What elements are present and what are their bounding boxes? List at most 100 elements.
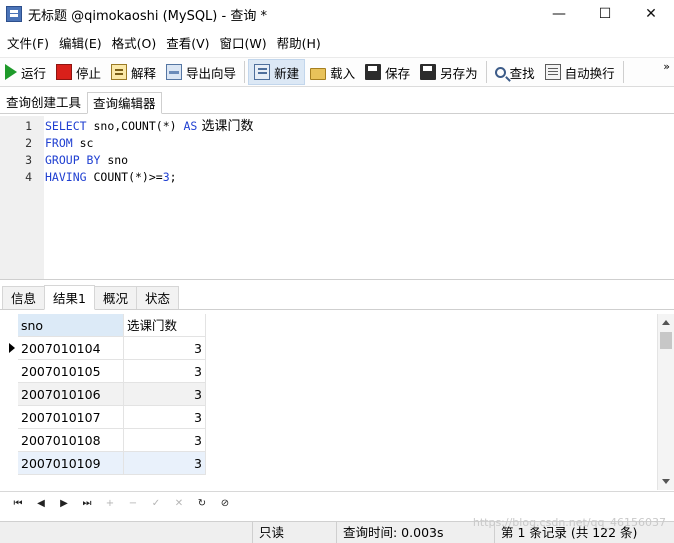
export-label: 导出向导	[186, 65, 237, 81]
sql-text: COUNT(*)>=	[86, 170, 163, 184]
menu-file[interactable]: 文件(F)	[2, 33, 54, 52]
maximize-button[interactable]: ☐	[582, 0, 628, 28]
menu-window[interactable]: 窗口(W)	[215, 33, 272, 52]
stop-icon	[56, 64, 73, 80]
table-cell[interactable]: 2007010105	[18, 360, 124, 383]
code-text: GROUP BY sno	[45, 152, 128, 169]
sql-alias: 选课门数	[197, 119, 254, 134]
sql-editor[interactable]: 1 SELECT sno,COUNT(*) AS 选课门数 2 FROM sc …	[0, 116, 674, 280]
previous-record-icon[interactable]: ◀	[31, 494, 51, 514]
status-query-time: 查询时间: 0.003s	[336, 521, 494, 543]
explain-icon	[111, 64, 128, 80]
save-as-label: 另存为	[440, 65, 478, 81]
tab-result-1[interactable]: 结果1	[44, 285, 95, 310]
save-as-icon	[420, 64, 437, 80]
first-record-icon[interactable]: ⏮	[8, 494, 28, 514]
table-cell[interactable]: 3	[124, 383, 206, 406]
menu-edit[interactable]: 编辑(E)	[54, 33, 107, 52]
sql-keyword: SELECT	[45, 119, 87, 133]
table-cell[interactable]: 2007010109	[18, 452, 124, 475]
table-cell[interactable]: 2007010106	[18, 383, 124, 406]
editor-tab-bar: 查询创建工具 查询编辑器	[0, 90, 674, 114]
status-readonly: 只读	[252, 521, 336, 543]
save-label: 保存	[385, 65, 411, 81]
word-wrap-icon	[544, 64, 561, 80]
sql-text: sc	[72, 136, 94, 150]
table-cell[interactable]: 3	[124, 337, 206, 360]
tab-status[interactable]: 状态	[135, 286, 179, 309]
new-button[interactable]: 新建	[248, 59, 306, 85]
line-number: 1	[25, 119, 32, 133]
menu-format[interactable]: 格式(O)	[107, 33, 162, 52]
export-wizard-button[interactable]: 导出向导	[161, 59, 241, 85]
tab-info[interactable]: 信息	[2, 286, 46, 309]
toolbar-divider	[485, 61, 487, 83]
table-cell[interactable]: 2007010108	[18, 429, 124, 452]
sql-text: sno,COUNT(*)	[86, 119, 184, 133]
result-tab-bar: 信息 结果1 概况 状态	[0, 284, 674, 310]
word-wrap-label: 自动换行	[564, 65, 615, 81]
code-line: 3 GROUP BY sno	[0, 152, 674, 169]
menu-view[interactable]: 查看(V)	[161, 33, 214, 52]
code-line: 2 FROM sc	[0, 135, 674, 152]
explain-button[interactable]: 解释	[106, 59, 161, 85]
line-number: 2	[25, 136, 32, 150]
close-button[interactable]: ✕	[628, 0, 674, 28]
tab-query-builder[interactable]: 查询创建工具	[0, 91, 87, 113]
sql-keyword: AS	[183, 119, 198, 133]
table-cell[interactable]: 3	[124, 406, 206, 429]
watermark-text: https://blog.csdn.net/qq_46156037	[472, 516, 666, 529]
run-label: 运行	[21, 65, 47, 81]
find-label: 查找	[509, 65, 535, 81]
folder-icon	[310, 67, 327, 80]
toolbar-overflow-icon[interactable]: »	[663, 61, 670, 72]
stop-button[interactable]: 停止	[51, 59, 106, 85]
play-icon	[5, 64, 17, 80]
apply-changes-icon[interactable]: ✓	[146, 494, 166, 514]
refresh-icon[interactable]: ↻	[192, 494, 212, 514]
export-icon	[166, 64, 183, 80]
table-cell[interactable]: 2007010104	[18, 337, 124, 360]
sql-keyword: HAVING	[45, 170, 87, 184]
save-as-button[interactable]: 另存为	[415, 59, 483, 85]
new-label: 新建	[274, 65, 300, 81]
add-record-icon[interactable]: +	[100, 494, 120, 514]
column-header-course-count[interactable]: 选课门数	[124, 314, 206, 337]
table-cell[interactable]: 3	[124, 429, 206, 452]
app-icon	[6, 6, 22, 22]
delete-record-icon[interactable]: −	[123, 494, 143, 514]
cancel-changes-icon[interactable]: ✕	[169, 494, 189, 514]
line-number: 4	[25, 170, 32, 184]
sql-keyword: FROM	[45, 136, 73, 150]
find-button[interactable]: 查找	[490, 59, 540, 85]
explain-label: 解释	[131, 65, 157, 81]
last-record-icon[interactable]: ⏭	[77, 494, 97, 514]
menu-help[interactable]: 帮助(H)	[272, 33, 326, 52]
minimize-button[interactable]: —	[536, 0, 582, 28]
tab-query-editor[interactable]: 查询编辑器	[87, 92, 162, 114]
load-button[interactable]: 载入	[305, 59, 360, 85]
sql-text: ;	[169, 170, 177, 184]
run-button[interactable]: 运行	[0, 59, 51, 85]
load-label: 载入	[330, 65, 356, 81]
result-grid[interactable]: sno 选课门数 2007010104 3 2007010105 3 20070…	[0, 312, 674, 490]
scroll-up-icon[interactable]	[662, 320, 670, 325]
grid-vertical-scrollbar[interactable]	[657, 314, 674, 490]
column-header-sno[interactable]: sno	[18, 314, 124, 337]
record-navigation-bar: ⏮ ◀ ▶ ⏭ + − ✓ ✕ ↻ ⊘	[0, 491, 674, 515]
line-number: 3	[25, 153, 32, 167]
sql-text: sno	[100, 153, 129, 167]
tab-profile[interactable]: 概况	[93, 286, 137, 309]
stop-label: 停止	[76, 65, 102, 81]
stop-loading-icon[interactable]: ⊘	[215, 494, 235, 514]
table-cell[interactable]: 3	[124, 452, 206, 475]
toolbar: 运行 停止 解释 导出向导 新建 载入 保存 另存为 查找 自动换行 »	[0, 57, 674, 87]
scroll-down-icon[interactable]	[662, 479, 670, 484]
scroll-thumb[interactable]	[660, 332, 672, 349]
toolbar-divider	[244, 61, 246, 83]
word-wrap-button[interactable]: 自动换行	[540, 59, 620, 85]
save-button[interactable]: 保存	[360, 59, 415, 85]
next-record-icon[interactable]: ▶	[54, 494, 74, 514]
table-cell[interactable]: 3	[124, 360, 206, 383]
table-cell[interactable]: 2007010107	[18, 406, 124, 429]
